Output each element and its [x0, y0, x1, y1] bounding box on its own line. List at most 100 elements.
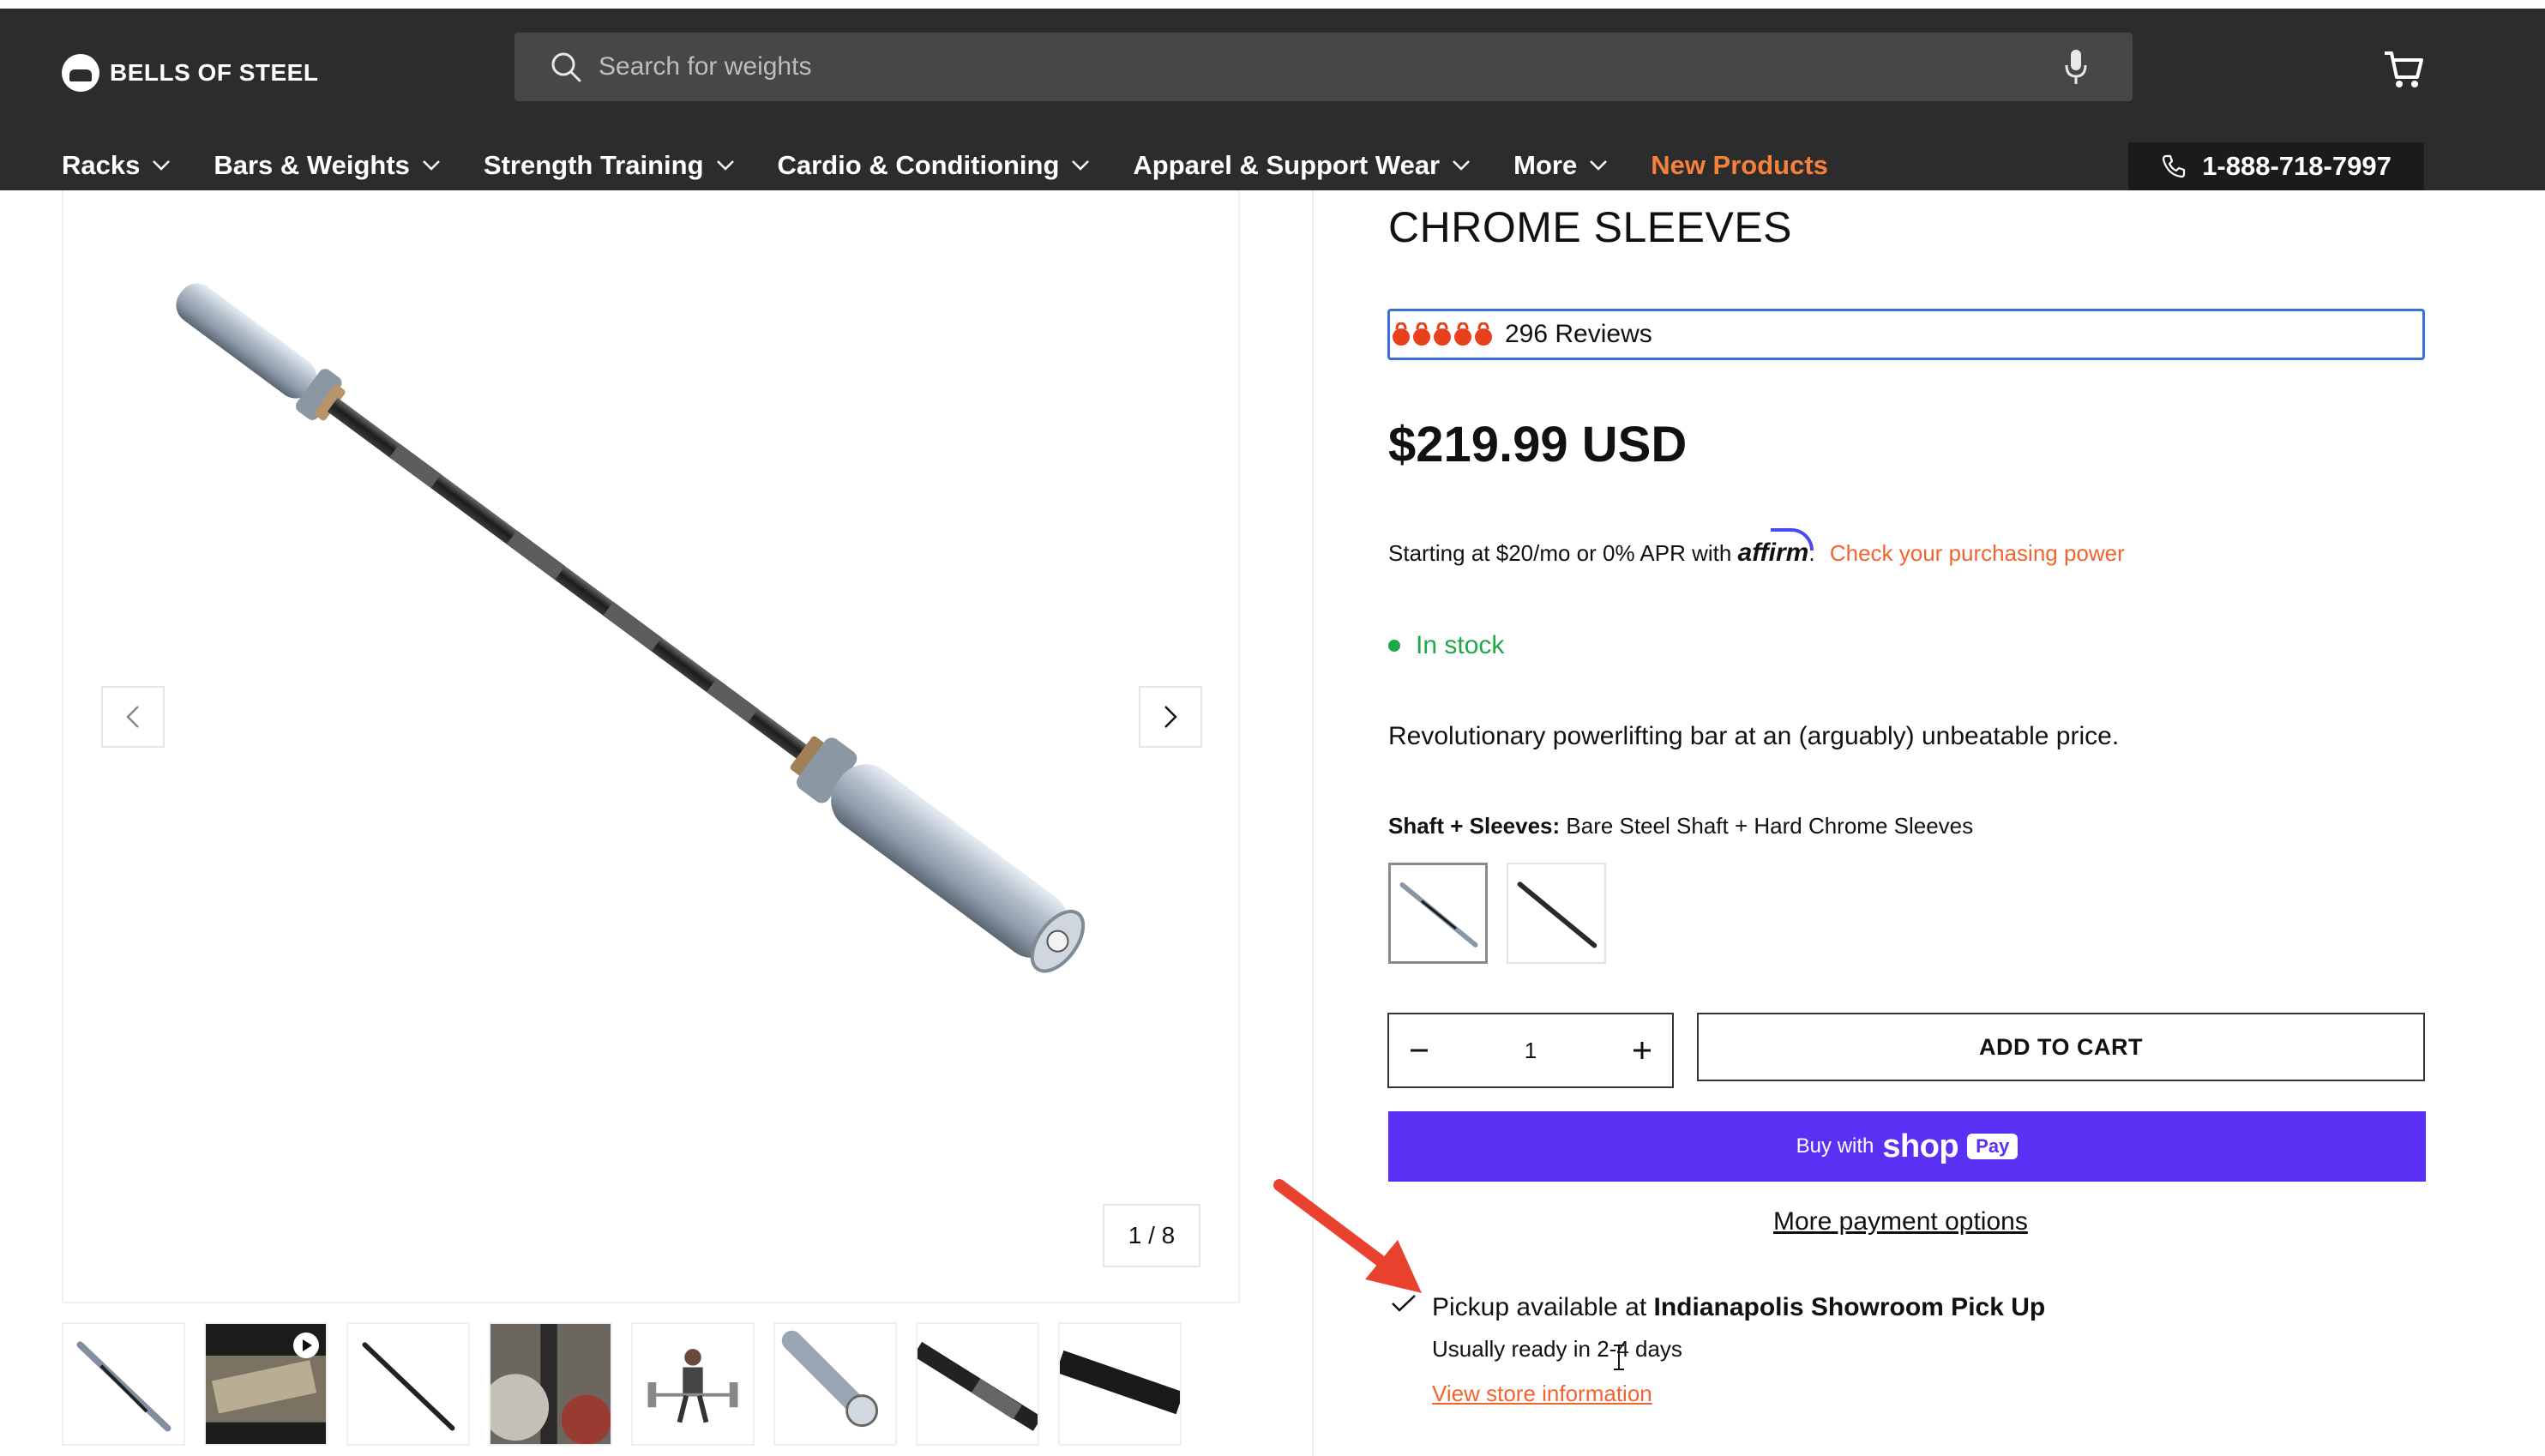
- pickup-prefix: Pickup available at: [1432, 1293, 1647, 1321]
- nav-label: Bars & Weights: [214, 150, 410, 180]
- barbell-product-image: [176, 283, 1086, 973]
- phone-button[interactable]: 1-888-718-7997: [2128, 142, 2424, 190]
- quantity-decrease-button[interactable]: [1389, 1014, 1449, 1086]
- top-strip: [0, 0, 2545, 9]
- kettlebell-rating-icon: [1454, 322, 1471, 346]
- kettlebell-rating-icon: [1393, 322, 1410, 346]
- search-input[interactable]: [599, 33, 2022, 101]
- view-store-information-link[interactable]: View store information: [1432, 1381, 1652, 1407]
- product-title: CHROME SLEEVES: [1388, 203, 1793, 251]
- brand-logo[interactable]: BELLS OF STEEL: [62, 45, 318, 101]
- product-description: Revolutionary powerlifting bar at an (ar…: [1388, 722, 2120, 750]
- site-header: BELLS OF STEEL Racks Bars & Weights Stre…: [0, 9, 2545, 190]
- add-to-cart-button[interactable]: ADD TO CART: [1697, 1013, 2425, 1081]
- kettlebell-rating-icon: [1475, 322, 1492, 346]
- thumbnail-item[interactable]: [1058, 1322, 1182, 1446]
- stock-status: In stock: [1388, 631, 1504, 660]
- stock-text: In stock: [1416, 631, 1505, 659]
- chevron-down-icon: [153, 160, 171, 171]
- product-price: $219.99 USD: [1388, 417, 1688, 472]
- financing-line: Starting at $20/mo or 0% APR with affirm…: [1388, 538, 2125, 568]
- gallery-prev-button[interactable]: [101, 686, 165, 748]
- nav-new-products[interactable]: New Products: [1651, 150, 1828, 181]
- thumbnail-item[interactable]: [62, 1322, 185, 1446]
- play-icon: [293, 1333, 319, 1358]
- nav-label: Cardio & Conditioning: [777, 150, 1060, 180]
- stock-dot-icon: [1388, 640, 1400, 652]
- variant-swatch-black[interactable]: [1507, 863, 1606, 964]
- chevron-down-icon: [1453, 160, 1471, 171]
- phone-icon: [2163, 154, 2186, 178]
- affirm-purchasing-power-link[interactable]: Check your purchasing power: [1830, 540, 2125, 566]
- rating-stars: [1392, 322, 1493, 346]
- reviews-count: 296 Reviews: [1505, 320, 1652, 348]
- chevron-down-icon: [716, 160, 734, 171]
- affirm-logo: affirm: [1737, 538, 1809, 567]
- cart-icon[interactable]: [2382, 48, 2425, 91]
- nav-label: New Products: [1651, 150, 1828, 180]
- pay-badge: Pay: [1967, 1134, 2019, 1159]
- kettlebell-rating-icon: [1434, 322, 1451, 346]
- quantity-stepper: [1387, 1013, 1674, 1088]
- variant-swatch-chrome[interactable]: [1388, 863, 1488, 964]
- thumbnail-item[interactable]: [489, 1322, 612, 1446]
- thumbnail-strip: [62, 1322, 1182, 1446]
- chevron-down-icon: [1590, 160, 1608, 171]
- thumb-deadlift-setup: [490, 1324, 611, 1444]
- thumbnail-item[interactable]: [631, 1322, 755, 1446]
- pickup-location: Indianapolis Showroom Pick Up: [1653, 1293, 2046, 1321]
- nav-strength-training[interactable]: Strength Training: [484, 150, 735, 181]
- phone-number: 1-888-718-7997: [2202, 151, 2392, 181]
- minus-icon: [1411, 1049, 1428, 1052]
- microphone-icon[interactable]: [2062, 48, 2090, 86]
- financing-text: Starting at $20/mo or 0% APR with: [1388, 540, 1732, 566]
- variant-label: Shaft + Sleeves: Bare Steel Shaft + Hard…: [1388, 813, 1973, 839]
- main-nav: Racks Bars & Weights Strength Training C…: [62, 137, 1871, 194]
- nav-more[interactable]: More: [1513, 150, 1608, 181]
- pickup-ready-time: Usually ready in 2-4 days: [1432, 1336, 1682, 1362]
- nav-label: Racks: [62, 150, 141, 180]
- thumbnail-item[interactable]: [773, 1322, 897, 1446]
- thumbnail-item[interactable]: [346, 1322, 470, 1446]
- chevron-down-icon: [423, 160, 440, 171]
- thumb-bar-black-closeup: [1060, 1350, 1180, 1415]
- thumb-sleeve-end: [781, 1330, 879, 1428]
- bar-black-swatch-icon: [1517, 881, 1597, 948]
- annotation-arrow-icon: [1273, 1179, 1422, 1293]
- check-icon: [1392, 1295, 1416, 1312]
- chevron-down-icon: [1072, 160, 1090, 171]
- nav-label: More: [1513, 150, 1578, 180]
- quantity-increase-button[interactable]: [1612, 1014, 1672, 1086]
- gallery-next-button[interactable]: [1139, 686, 1202, 748]
- nav-bars-weights[interactable]: Bars & Weights: [214, 150, 441, 181]
- chevron-left-icon: [126, 706, 139, 728]
- kettlebell-logo-icon: [62, 54, 99, 92]
- reviews-summary[interactable]: 296 Reviews: [1387, 309, 2425, 360]
- shoppay-prefix: Buy with: [1796, 1134, 1874, 1158]
- nav-racks[interactable]: Racks: [62, 150, 171, 181]
- search-icon[interactable]: [549, 50, 583, 84]
- pickup-availability: Pickup available at Indianapolis Showroo…: [1432, 1293, 2045, 1322]
- shop-logo: shop: [1882, 1128, 1959, 1164]
- variant-name: Shaft + Sleeves:: [1388, 813, 1561, 839]
- brand-name: BELLS OF STEEL: [110, 59, 319, 86]
- variant-value: Bare Steel Shaft + Hard Chrome Sleeves: [1566, 813, 1974, 839]
- nav-cardio-conditioning[interactable]: Cardio & Conditioning: [778, 150, 1091, 181]
- shop-pay-button[interactable]: Buy with shop Pay: [1388, 1111, 2426, 1182]
- quantity-input[interactable]: [1479, 1037, 1582, 1064]
- nav-label: Strength Training: [483, 150, 704, 180]
- thumbnail-item[interactable]: [204, 1322, 328, 1446]
- nav-label: Apparel & Support Wear: [1133, 150, 1441, 180]
- nav-apparel-support[interactable]: Apparel & Support Wear: [1133, 150, 1471, 181]
- thumbnail-item[interactable]: [916, 1322, 1039, 1446]
- thumb-bar-closeup: [918, 1341, 1038, 1431]
- more-payment-options-link[interactable]: More payment options: [1773, 1207, 2028, 1236]
- chevron-right-icon: [1164, 706, 1177, 728]
- gallery-counter: 1 / 8: [1103, 1204, 1200, 1267]
- text-cursor-icon: [1614, 1345, 1624, 1370]
- kettlebell-rating-icon: [1413, 322, 1430, 346]
- thumb-bar-silver: [76, 1341, 171, 1432]
- thumb-athlete-lifting: [647, 1349, 738, 1423]
- bar-chrome-swatch-icon: [1399, 881, 1478, 948]
- product-gallery: 1 / 8: [62, 190, 1240, 1303]
